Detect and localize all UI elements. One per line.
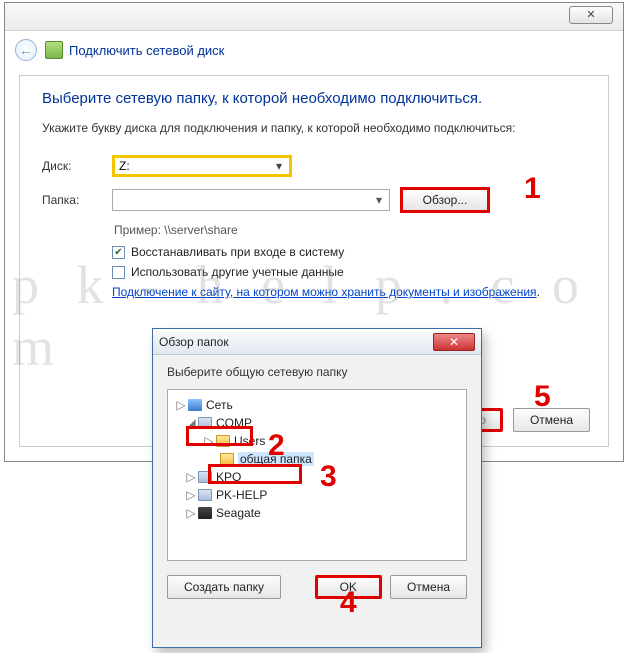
storage-link[interactable]: Подключение к сайту, на котором можно хр… <box>112 285 537 299</box>
window-close-button[interactable]: ✕ <box>569 6 613 24</box>
drive-value: Z: <box>119 159 130 173</box>
drive-label: Диск: <box>42 159 112 173</box>
tree-node-pkhelp[interactable]: ▷ PK-HELP <box>174 486 460 504</box>
folder-row: Папка: ▾ Обзор... <box>42 187 586 213</box>
othercreds-row: Использовать другие учетные данные <box>112 265 586 279</box>
tree-node-kpo[interactable]: ▷ KPO <box>174 468 460 486</box>
computer-icon <box>198 489 212 501</box>
reconnect-label: Восстанавливать при входе в систему <box>131 245 344 259</box>
browse-title: Обзор папок <box>159 335 229 349</box>
annotation-1: 1 <box>524 172 541 206</box>
othercreds-label: Использовать другие учетные данные <box>131 265 344 279</box>
expand-icon[interactable]: ▷ <box>204 434 214 448</box>
tree-node-seagate[interactable]: ▷ Seagate <box>174 504 460 522</box>
annotation-5: 5 <box>534 380 551 414</box>
cancel-button[interactable]: Отмена <box>513 408 590 432</box>
reconnect-row: ✔ Восстанавливать при входе в систему <box>112 245 586 259</box>
chevron-down-icon: ▾ <box>273 160 285 172</box>
annotation-2: 2 <box>268 429 285 463</box>
storage-link-line: Подключение к сайту, на котором можно хр… <box>112 285 586 299</box>
drive-row: Диск: Z: ▾ <box>42 155 586 177</box>
expand-icon[interactable]: ▷ <box>186 488 196 502</box>
folder-icon <box>220 453 234 465</box>
tree-node-comp[interactable]: ◢ COMP <box>174 414 460 432</box>
create-folder-button[interactable]: Создать папку <box>167 575 281 599</box>
folder-icon <box>216 435 230 447</box>
folder-combobox[interactable]: ▾ <box>112 189 390 211</box>
browse-subtitle: Выберите общую сетевую папку <box>153 355 481 385</box>
back-icon[interactable]: ← <box>15 39 37 61</box>
annotation-3: 3 <box>320 460 337 494</box>
wizard-instruction: Укажите букву диска для подключения и па… <box>42 121 586 135</box>
network-drive-icon <box>45 41 63 59</box>
expand-icon[interactable]: ▷ <box>176 398 186 412</box>
chevron-down-icon: ▾ <box>373 194 385 206</box>
network-icon <box>188 399 202 411</box>
annotation-4: 4 <box>340 586 357 620</box>
expand-icon[interactable]: ▷ <box>186 506 196 520</box>
browse-button[interactable]: Обзор... <box>400 187 490 213</box>
computer-icon <box>198 417 212 429</box>
drive-icon <box>198 507 212 519</box>
titlebar: ✕ <box>5 3 623 31</box>
browse-footer: Создать папку OK Отмена <box>153 569 481 609</box>
browse-titlebar: Обзор папок ✕ <box>153 329 481 355</box>
expand-icon[interactable]: ▷ <box>186 470 196 484</box>
othercreds-checkbox[interactable] <box>112 266 125 279</box>
browse-cancel-button[interactable]: Отмена <box>390 575 467 599</box>
wizard-heading: Выберите сетевую папку, к которой необхо… <box>42 90 586 107</box>
browse-close-button[interactable]: ✕ <box>433 333 475 351</box>
tree-node-network[interactable]: ▷ Сеть <box>174 396 460 414</box>
wizard-header: ← Подключить сетевой диск <box>5 31 623 67</box>
reconnect-checkbox[interactable]: ✔ <box>112 246 125 259</box>
browse-folders-dialog: Обзор папок ✕ Выберите общую сетевую пап… <box>152 328 482 648</box>
folder-label: Папка: <box>42 193 112 207</box>
tree-node-shared[interactable]: общая папка <box>174 450 460 468</box>
collapse-icon[interactable]: ◢ <box>186 416 196 430</box>
example-text: Пример: \\server\share <box>114 223 586 237</box>
browse-tree[interactable]: ▷ Сеть ◢ COMP ▷ Users общая папка ▷ KPO … <box>167 389 467 561</box>
computer-icon <box>198 471 212 483</box>
window-title: Подключить сетевой диск <box>69 43 224 58</box>
tree-node-users[interactable]: ▷ Users <box>174 432 460 450</box>
drive-select[interactable]: Z: ▾ <box>112 155 292 177</box>
